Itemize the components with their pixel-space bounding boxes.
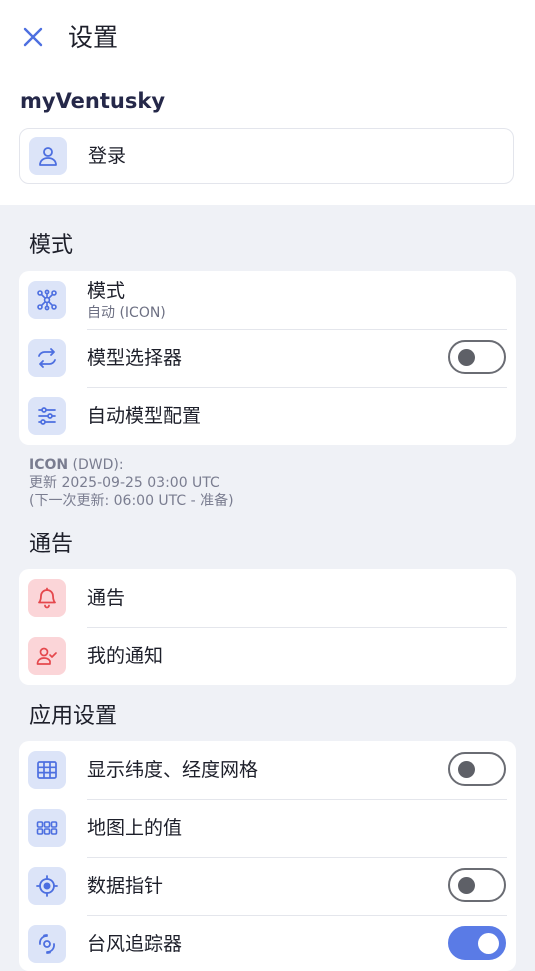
model-source: (DWD): [68, 457, 124, 473]
app-settings-card: 显示纬度、经度网格 地图上的值 数据指针 台风追踪器 [19, 741, 516, 971]
typhoon-tracker-item[interactable]: 台风追踪器 [19, 915, 516, 971]
model-selector-label: 模型选择器 [87, 347, 183, 369]
model-name: ICON [29, 457, 69, 473]
auto-model-config-label: 自动模型配置 [87, 405, 202, 427]
account-section-title: myVentusky [20, 89, 166, 113]
notices-section-title: 通告 [29, 532, 74, 557]
model-updated-time: 更新 2025-09-25 03:00 UTC [29, 475, 220, 491]
map-values-item[interactable]: 地图上的值 [19, 799, 516, 857]
app-settings-section-title: 应用设置 [29, 704, 118, 729]
typhoon-tracker-toggle[interactable] [448, 926, 506, 960]
swap-icon [28, 339, 66, 377]
notices-label: 通告 [87, 587, 126, 609]
user-check-icon [28, 637, 66, 675]
model-selector-item[interactable]: 模型选择器 [19, 329, 516, 387]
close-icon[interactable] [20, 24, 46, 50]
user-icon [29, 137, 67, 175]
bell-icon [28, 579, 66, 617]
typhoon-tracker-label: 台风追踪器 [87, 933, 183, 955]
grid-icon [28, 751, 66, 789]
sliders-icon [28, 397, 66, 435]
lat-lon-grid-toggle[interactable] [448, 752, 506, 786]
my-notifications-label: 我的通知 [87, 645, 164, 667]
model-selector-toggle[interactable] [448, 340, 506, 374]
data-pointer-label: 数据指针 [87, 875, 164, 897]
lat-lon-grid-label: 显示纬度、经度网格 [87, 759, 259, 781]
model-update-info: ICON (DWD): 更新 2025-09-25 03:00 UTC (下一次… [29, 456, 234, 510]
model-item[interactable]: 模式 自动 (ICON) [19, 271, 516, 329]
models-card: 模式 自动 (ICON) 模型选择器 自动模型配置 [19, 271, 516, 445]
login-label: 登录 [88, 145, 127, 167]
network-icon [28, 281, 66, 319]
notices-card: 通告 我的通知 [19, 569, 516, 685]
hurricane-icon [28, 925, 66, 963]
dots-grid-icon [28, 809, 66, 847]
data-pointer-item[interactable]: 数据指针 [19, 857, 516, 915]
crosshair-icon [28, 867, 66, 905]
models-section-title: 模式 [29, 233, 74, 258]
login-button[interactable]: 登录 [19, 128, 514, 184]
toggle-knob [458, 761, 475, 778]
notices-item[interactable]: 通告 [19, 569, 516, 627]
toggle-knob [458, 349, 475, 366]
model-value: 自动 (ICON) [87, 304, 166, 321]
my-notifications-item[interactable]: 我的通知 [19, 627, 516, 685]
map-values-label: 地图上的值 [87, 817, 183, 839]
data-pointer-toggle[interactable] [448, 868, 506, 902]
model-label: 模式 [87, 279, 126, 302]
page-title: 设置 [68, 23, 119, 52]
toggle-knob [458, 877, 475, 894]
lat-lon-grid-item[interactable]: 显示纬度、经度网格 [19, 741, 516, 799]
model-next-update: (下一次更新: 06:00 UTC - 准备) [29, 493, 234, 509]
auto-model-config-item[interactable]: 自动模型配置 [19, 387, 516, 445]
